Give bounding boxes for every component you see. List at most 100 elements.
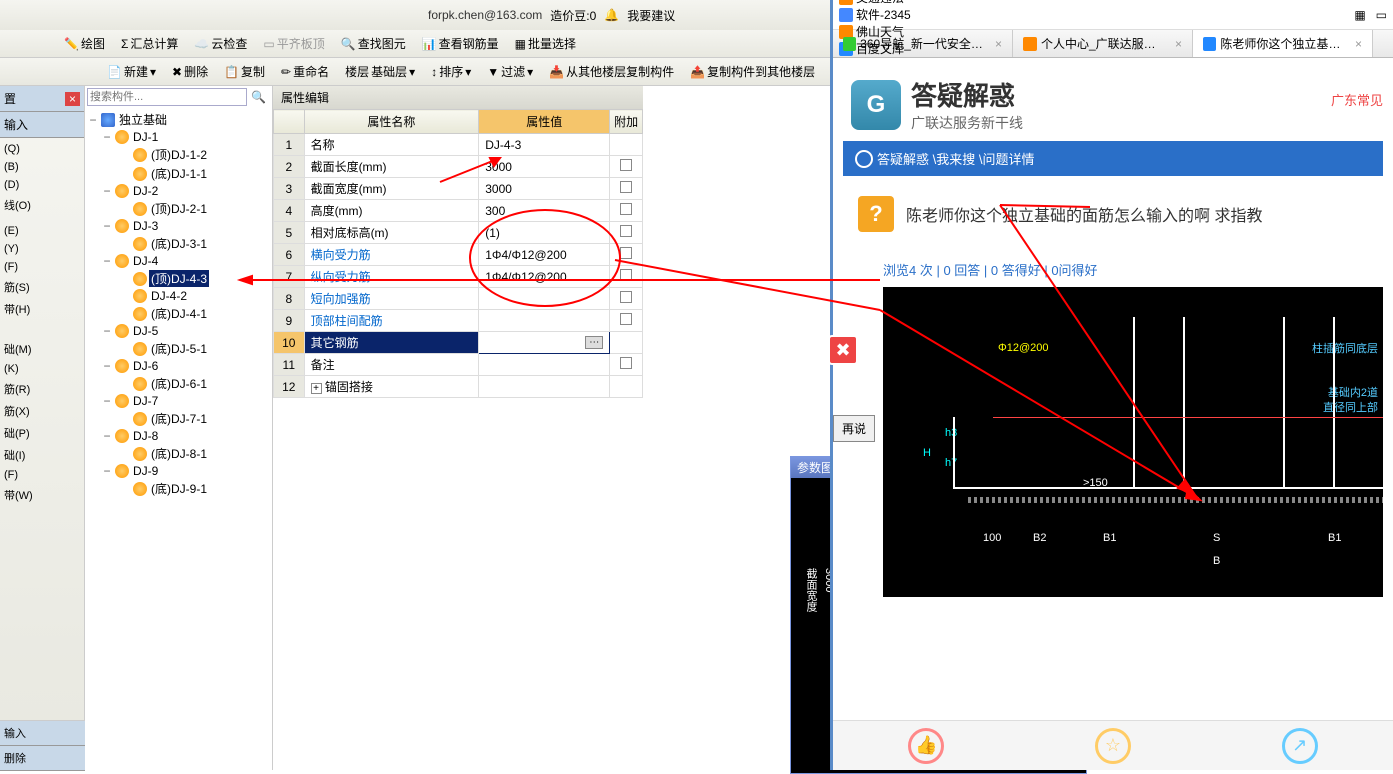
left-category-item[interactable]: 筋(R)	[2, 378, 82, 400]
left-category-item[interactable]: 线(O)	[2, 194, 82, 216]
find-elem-button[interactable]: 🔍查找图元	[335, 33, 412, 54]
cloud-check-button[interactable]: ☁️云检查	[188, 33, 253, 54]
tree-child-node[interactable]: DJ-4-2	[87, 288, 270, 304]
left-category-item[interactable]: 础(M)	[2, 338, 82, 360]
copy-to-button[interactable]: 📤复制构件到其他楼层	[684, 61, 821, 82]
tree-child-node[interactable]: (底)DJ-4-1	[87, 304, 270, 323]
column-header-value: 属性值	[479, 110, 610, 134]
bottom-delete-header[interactable]: 删除	[0, 746, 85, 771]
credit-label: 造价豆:0	[550, 7, 596, 24]
tree-node[interactable]: −DJ-3	[87, 218, 270, 234]
close-panel-button[interactable]: ×	[65, 92, 80, 106]
rename-button[interactable]: ✏重命名	[275, 61, 335, 82]
nav-home-icon[interactable]	[855, 150, 873, 168]
tree-child-node[interactable]: (顶)DJ-4-3	[87, 269, 270, 288]
property-row[interactable]: 10其它钢筋⋯	[274, 332, 643, 354]
property-row[interactable]: 8短向加强筋	[274, 288, 643, 310]
left-category-item[interactable]: 础(I)	[2, 444, 82, 466]
delete-button[interactable]: ✖删除	[166, 61, 214, 82]
left-category-item[interactable]: 础(P)	[2, 422, 82, 444]
tree-child-node[interactable]: (底)DJ-1-1	[87, 164, 270, 183]
tree-node[interactable]: −DJ-4	[87, 253, 270, 269]
left-category-item[interactable]: (Q)	[2, 140, 82, 158]
bottom-input-header[interactable]: 输入	[0, 721, 85, 746]
property-row[interactable]: 3截面宽度(mm)3000	[274, 178, 643, 200]
search-icon[interactable]: 🔍	[247, 88, 270, 106]
browser-tab[interactable]: 360导航_新一代安全上网×	[833, 30, 1013, 57]
tree-node[interactable]: −DJ-2	[87, 183, 270, 199]
copy-from-button[interactable]: 📥从其他楼层复制构件	[543, 61, 680, 82]
tree-child-node[interactable]: (底)DJ-9-1	[87, 479, 270, 498]
browser-tab[interactable]: 陈老师你这个独立基础的×	[1193, 30, 1373, 57]
property-row[interactable]: 11备注	[274, 354, 643, 376]
panel-header: 置 ×	[0, 86, 84, 112]
tree-child-node[interactable]: (底)DJ-8-1	[87, 444, 270, 463]
sort-button[interactable]: ↕排序 ▾	[425, 61, 477, 82]
left-category-item[interactable]: (D)	[2, 176, 82, 194]
tree-child-node[interactable]: (底)DJ-7-1	[87, 409, 270, 428]
left-category-item[interactable]: 筋(S)	[2, 276, 82, 298]
filter-button[interactable]: ▼过滤 ▾	[481, 61, 539, 82]
tree-node[interactable]: −DJ-7	[87, 393, 270, 409]
left-category-item[interactable]: 带(H)	[2, 298, 82, 320]
tree-root[interactable]: − 独立基础	[87, 110, 270, 129]
site-logo-icon: G	[851, 80, 901, 130]
property-row[interactable]: 6横向受力筋1Φ4/Φ12@200	[274, 244, 643, 266]
tree-child-node[interactable]: (底)DJ-5-1	[87, 339, 270, 358]
property-row[interactable]: 9顶部柱间配筋	[274, 310, 643, 332]
tree-node[interactable]: −DJ-6	[87, 358, 270, 374]
like-button[interactable]: 👍	[908, 728, 944, 764]
left-category-item[interactable]: 筋(X)	[2, 400, 82, 422]
browser-panel: ✖ 再说 网址大全交通违法软件-2345佛山天气百度文库 ▦ ▭ 360导航_新…	[830, 0, 1393, 770]
left-category-item[interactable]: (B)	[2, 158, 82, 176]
site-subtitle: 广联达服务新干线	[911, 113, 1023, 133]
search-components-input[interactable]	[87, 88, 247, 106]
cad-diagram: Φ12@200 柱插筋同底层 基础内2道 直径同上部 >150 H h3 h7 …	[883, 287, 1383, 597]
share-button[interactable]: ↗	[1282, 728, 1318, 764]
close-browser-button[interactable]: ✖	[828, 335, 858, 365]
property-row[interactable]: 5相对底标高(m)(1)	[274, 222, 643, 244]
favorite-button[interactable]: ☆	[1095, 728, 1131, 764]
component-tree-panel: 🔍 − 独立基础 −DJ-1(顶)DJ-1-2(底)DJ-1-1−DJ-2(顶)…	[85, 86, 273, 770]
breadcrumb-nav: 答疑解惑 \我来搜 \问题详情	[843, 141, 1383, 176]
sum-calc-button[interactable]: Σ 汇总计算	[115, 33, 184, 54]
bookmark-item[interactable]: 软件-2345	[839, 6, 911, 23]
property-row[interactable]: 12+ 锚固搭接	[274, 376, 643, 398]
property-row[interactable]: 1名称DJ-4-3	[274, 134, 643, 156]
region-link[interactable]: 广东常见	[1331, 90, 1383, 109]
tree-child-node[interactable]: (顶)DJ-1-2	[87, 145, 270, 164]
flat-top-button[interactable]: ▭平齐板顶	[257, 33, 330, 54]
tree-node[interactable]: −DJ-1	[87, 129, 270, 145]
new-button[interactable]: 📄新建 ▾	[101, 61, 162, 82]
tree-node[interactable]: −DJ-8	[87, 428, 270, 444]
input-header: 输入	[0, 112, 84, 138]
property-row[interactable]: 2截面长度(mm)3000	[274, 156, 643, 178]
batch-select-button[interactable]: ▦批量选择	[509, 33, 582, 54]
tree-child-node[interactable]: (顶)DJ-2-1	[87, 199, 270, 218]
tree-child-node[interactable]: (底)DJ-3-1	[87, 234, 270, 253]
left-category-item[interactable]: (E)	[2, 222, 82, 240]
left-category-item[interactable]: (K)	[2, 360, 82, 378]
property-row[interactable]: 7纵向受力筋1Φ4/Φ12@200	[274, 266, 643, 288]
left-category-item[interactable]: (F)	[2, 258, 82, 276]
property-row[interactable]: 4高度(mm)300	[274, 200, 643, 222]
copy-button[interactable]: 📋复制	[218, 61, 271, 82]
bookmark-grid-icon[interactable]: ▦	[1354, 8, 1365, 22]
floor-layer-dropdown[interactable]: 楼层基础层 ▾	[339, 61, 421, 82]
tree-node[interactable]: −DJ-5	[87, 323, 270, 339]
user-email: forpk.chen@163.com	[428, 8, 542, 22]
browser-tab[interactable]: 个人中心_广联达服务新×	[1013, 30, 1193, 57]
repeat-button[interactable]: 再说	[833, 415, 875, 442]
view-rebar-button[interactable]: 📊查看钢筋量	[416, 33, 505, 54]
question-stats: 浏览4 次 | 0 回答 | 0 答得好 | 0问得好	[843, 252, 1383, 287]
tree-node[interactable]: −DJ-9	[87, 463, 270, 479]
draw-button[interactable]: ✏️绘图	[58, 33, 111, 54]
bookmark-menu-icon[interactable]: ▭	[1376, 8, 1387, 22]
left-category-item[interactable]: (F)	[2, 466, 82, 484]
tree-child-node[interactable]: (底)DJ-6-1	[87, 374, 270, 393]
left-category-item[interactable]: 带(W)	[2, 484, 82, 506]
suggest-link[interactable]: 我要建议	[627, 7, 675, 24]
bell-icon[interactable]: 🔔	[604, 8, 619, 22]
left-category-item[interactable]: (Y)	[2, 240, 82, 258]
left-category-item[interactable]	[2, 506, 82, 512]
